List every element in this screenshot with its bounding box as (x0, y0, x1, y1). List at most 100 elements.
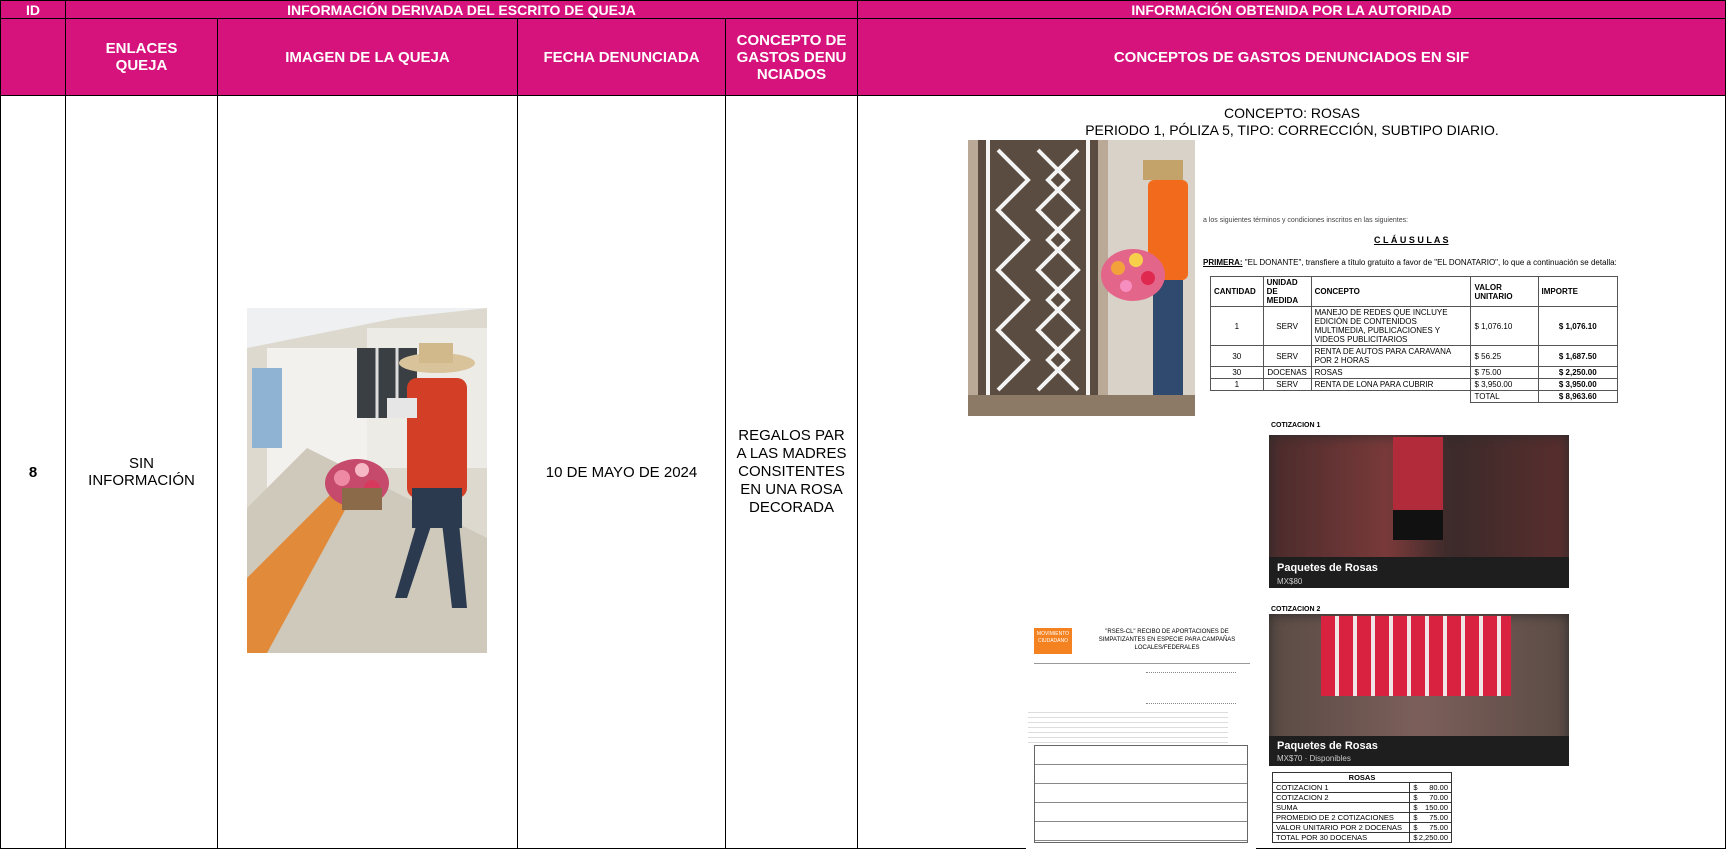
summary-currency: $ (1413, 823, 1418, 832)
header-group-complaint: INFORMACIÓN DERIVADA DEL ESCRITO DE QUEJ… (65, 0, 858, 19)
quote2-caption: COTIZACION 2 (1271, 606, 1321, 613)
contract-col-amount: IMPORTE (1537, 276, 1619, 307)
summary-currency: $ (1413, 793, 1418, 802)
contract-col-qty: CANTIDAD (1210, 276, 1264, 307)
summary-currency: $ (1413, 803, 1418, 812)
row-concept: REGALOS PARA LAS MADRES CONSITENTES EN U… (725, 95, 858, 849)
contract-cell-unit-value: $ 3,950.00 (1470, 378, 1539, 391)
quote2-card: Paquetes de Rosas MX$70 · Disponibles (1269, 614, 1569, 766)
contract-cell-qty: 1 (1210, 306, 1264, 346)
receipt-title: "RSES-CL" RECIBO DE APORTACIONES DE SIMP… (1098, 629, 1236, 651)
sif-concept-line: CONCEPTO: ROSAS (1224, 105, 1360, 121)
contract-col-unit-value: VALOR UNITARIO (1470, 276, 1539, 307)
summary-value: $150.00 (1409, 802, 1452, 813)
header-group-authority: INFORMACIÓN OBTENIDA POR LA AUTORIDAD (857, 0, 1726, 19)
quote2-title: Paquetes de Rosas (1277, 740, 1378, 752)
contract-total-value: $ 8,963.60 (1537, 390, 1619, 403)
contract-col-unit: UNIDAD DE MEDIDA (1262, 276, 1312, 307)
quote1-caption: COTIZACION 1 (1271, 422, 1321, 429)
contract-cell-unit: SERV (1262, 345, 1312, 367)
summary-currency: $ (1413, 813, 1418, 822)
quote1-price: MX$80 (1277, 577, 1303, 586)
contract-cell-unit-value: $ 56.25 (1470, 345, 1539, 367)
summary-table: ROSAS COTIZACION 1 $80.00 COTIZACION 2 $… (1271, 772, 1452, 843)
mc-logo-text: MOVIMIENTO CIUDADANO (1036, 631, 1070, 644)
summary-currency: $ (1413, 783, 1418, 792)
contract-cell-qty: 30 (1210, 366, 1264, 379)
quote2-image (1321, 616, 1511, 696)
receipt-document: MOVIMIENTO CIUDADANO "RSES-CL" RECIBO DE… (1026, 620, 1256, 854)
summary-row: TOTAL POR 30 DOCENAS $2,250.00 (1271, 832, 1452, 843)
contract-cell-amount: $ 1,076.10 (1537, 306, 1619, 346)
contract-cell-unit-value: $ 75.00 (1470, 366, 1539, 379)
summary-amount: 80.00 (1429, 783, 1448, 792)
summary-currency: $ (1413, 833, 1418, 842)
complaint-photo (247, 308, 487, 653)
quote1-title: Paquetes de Rosas (1277, 562, 1378, 574)
header-links: ENLACES QUEJA (65, 18, 218, 96)
row-date: 10 DE MAYO DE 2024 (517, 95, 726, 849)
summary-amount: 150.00 (1425, 803, 1448, 812)
contract-row: 30 DOCENAS ROSAS $ 75.00 $ 2,250.00 (1210, 366, 1619, 379)
summary-row: COTIZACION 1 $80.00 (1271, 782, 1452, 793)
contract-cell-concept: MANEJO DE REDES QUE INCLUYE EDICIÓN DE C… (1310, 306, 1472, 346)
summary-value: $75.00 (1409, 822, 1452, 833)
summary-row: COTIZACION 2 $70.00 (1271, 792, 1452, 803)
summary-label: COTIZACION 1 (1271, 782, 1411, 793)
header-image: IMAGEN DE LA QUEJA (217, 18, 518, 96)
summary-amount: 75.00 (1429, 813, 1448, 822)
contract-cell-concept: RENTA DE AUTOS PARA CARAVANA POR 2 HORAS (1310, 345, 1472, 367)
summary-amount: 2,250.00 (1418, 833, 1448, 842)
row-links: SIN INFORMACIÓN (65, 95, 218, 849)
contract-table: CANTIDAD UNIDAD DE MEDIDA CONCEPTO VALOR… (1210, 276, 1619, 403)
summary-amount: 75.00 (1429, 823, 1448, 832)
contract-cell-amount: $ 2,250.00 (1537, 366, 1619, 379)
summary-value: $80.00 (1409, 782, 1452, 793)
summary-row: PROMEDIO DE 2 COTIZACIONES $75.00 (1271, 812, 1452, 823)
row-id: 8 (0, 95, 66, 849)
authority-photo (968, 140, 1195, 416)
contract-cell-qty: 30 (1210, 345, 1264, 367)
contract-cell-unit: DOCENAS (1262, 366, 1312, 379)
sif-period-line: PERIODO 1, PÓLIZA 5, TIPO: CORRECCIÓN, S… (1085, 122, 1499, 138)
summary-label: VALOR UNITARIO POR 2 DOCENAS (1271, 822, 1411, 833)
contract-cell-unit-value: $ 1,076.10 (1470, 306, 1539, 346)
header-id-blank (0, 18, 66, 96)
contract-row: 1 SERV MANEJO DE REDES QUE INCLUYE EDICI… (1210, 306, 1619, 346)
summary-title: ROSAS (1272, 772, 1452, 783)
summary-label: COTIZACION 2 (1271, 792, 1411, 803)
header-concept: CONCEPTO DE GASTOS DENUNCIADOS (725, 18, 858, 96)
contract-cell-concept: ROSAS (1310, 366, 1472, 379)
contract-cell-amount: $ 3,950.00 (1537, 378, 1619, 391)
contract-cell-amount: $ 1,687.50 (1537, 345, 1619, 367)
summary-value: $75.00 (1409, 812, 1452, 823)
contract-cell-unit: SERV (1262, 306, 1312, 346)
quote2-price: MX$70 · Disponibles (1277, 754, 1351, 763)
contract-cell-qty: 1 (1210, 378, 1264, 391)
contract-first-text: "EL DONANTE", transfiere a título gratui… (1244, 258, 1617, 267)
summary-value: $2,250.00 (1409, 832, 1452, 843)
summary-label: PROMEDIO DE 2 COTIZACIONES (1271, 812, 1411, 823)
contract-clauses-title: C L Á U S U L A S (1374, 235, 1449, 245)
contract-row: 1 SERV RENTA DE LONA PARA CUBRIR $ 3,950… (1210, 378, 1619, 391)
header-date: FECHA DENUNCIADA (517, 18, 726, 96)
summary-amount: 70.00 (1429, 793, 1448, 802)
contract-cell-unit: SERV (1262, 378, 1312, 391)
header-sif: CONCEPTOS DE GASTOS DENUNCIADOS EN SIF (857, 18, 1726, 96)
quote1-card: Paquetes de Rosas MX$80 (1269, 435, 1569, 588)
contract-total-label: TOTAL (1470, 390, 1539, 403)
contract-cell-concept: RENTA DE LONA PARA CUBRIR (1310, 378, 1472, 391)
header-id: ID (0, 0, 66, 19)
contract-col-concept: CONCEPTO (1310, 276, 1472, 307)
contract-first-clause: PRIMERA: "EL DONANTE", transfiere a títu… (1203, 258, 1623, 267)
summary-row: VALOR UNITARIO POR 2 DOCENAS $75.00 (1271, 822, 1452, 833)
receipt-table (1034, 745, 1248, 843)
summary-label: TOTAL POR 30 DOCENAS (1271, 832, 1411, 843)
summary-label: SUMA (1271, 802, 1411, 813)
summary-value: $70.00 (1409, 792, 1452, 803)
contract-cut-line: a los siguientes términos y condiciones … (1203, 217, 1409, 224)
contract-row: 30 SERV RENTA DE AUTOS PARA CARAVANA POR… (1210, 345, 1619, 367)
summary-row: SUMA $150.00 (1271, 802, 1452, 813)
contract-first-label: PRIMERA: (1203, 258, 1243, 267)
mc-logo: MOVIMIENTO CIUDADANO (1034, 628, 1072, 654)
